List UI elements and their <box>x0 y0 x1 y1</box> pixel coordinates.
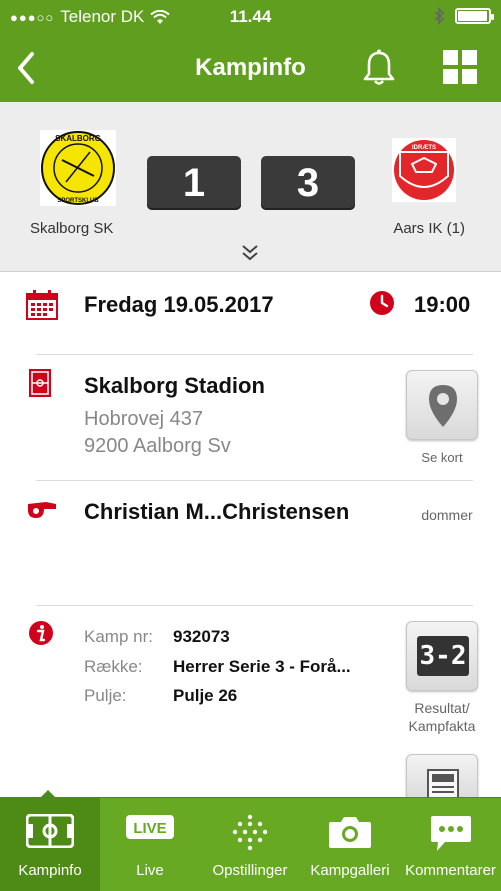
referee-row: Christian M...Christensen dommer <box>0 481 501 605</box>
expand-chevron-icon[interactable] <box>240 242 260 264</box>
home-score: 1 <box>147 156 241 210</box>
venue-name: Skalborg Stadion <box>84 373 265 398</box>
tab-label: Kommentarer <box>405 862 496 879</box>
tab-kommentarer[interactable]: Kommentarer <box>400 798 501 891</box>
result-button-label-1[interactable]: Resultat/ <box>396 700 488 716</box>
live-badge-text: LIVE <box>133 820 166 837</box>
result-button[interactable]: 3-2 <box>406 621 478 691</box>
detail-key: Kamp nr: <box>84 627 153 646</box>
svg-text:SKALBORG: SKALBORG <box>55 134 101 143</box>
live-icon: LIVE <box>126 815 174 839</box>
clock-icon <box>370 291 394 315</box>
bell-icon[interactable] <box>360 48 398 88</box>
tab-label: Kampinfo <box>18 862 82 879</box>
comment-icon <box>430 816 471 851</box>
clock-time: 11.44 <box>229 7 272 26</box>
venue-street: Hobrovej 437 <box>84 408 203 430</box>
lineup-dots-icon <box>232 814 268 851</box>
map-pin-icon <box>429 385 457 427</box>
map-button[interactable] <box>406 370 478 440</box>
svg-text:IDRÆTS: IDRÆTS <box>412 145 436 151</box>
tab-kampinfo[interactable]: Kampinfo <box>0 798 100 891</box>
tab-live[interactable]: LIVE Live <box>100 798 200 891</box>
away-team-name: Aars IK (1) <box>393 220 465 237</box>
details-row: Kamp nr: 932073 Række: Herrer Serie 3 - … <box>0 606 501 809</box>
detail-key: Pulje: <box>84 686 127 705</box>
tab-kampgalleri[interactable]: Kampgalleri <box>300 798 400 891</box>
match-date: Fredag 19.05.2017 <box>84 292 274 317</box>
away-score: 3 <box>261 156 355 210</box>
detail-value: 932073 <box>173 627 230 646</box>
calendar-icon <box>26 290 58 320</box>
camera-icon <box>329 817 371 848</box>
field-icon <box>26 814 74 848</box>
tab-opstillinger[interactable]: Opstillinger <box>200 798 300 891</box>
detail-value: Herrer Serie 3 - Forå... <box>173 657 351 676</box>
status-bar: ●●●○○ Telenor DK 11.44 <box>0 0 501 34</box>
score-header: SKALBORG SPORTSKLUB 1 3 IDRÆTS Skalborg … <box>0 102 501 272</box>
home-team-logo[interactable]: SKALBORG SPORTSKLUB <box>40 130 116 206</box>
stadium-field-icon <box>29 369 51 397</box>
map-button-label[interactable]: Se kort <box>406 450 478 465</box>
tab-label: Opstillinger <box>212 862 288 879</box>
venue-city: 9200 Aalborg Sv <box>84 435 231 457</box>
tab-label: Kampgalleri <box>310 862 390 879</box>
nav-bar: Kampinfo <box>0 34 501 102</box>
venue-row: Skalborg Stadion Hobrovej 437 9200 Aalbo… <box>0 355 501 480</box>
referee-name: Christian M...Christensen <box>84 499 350 524</box>
bluetooth-icon <box>434 7 445 25</box>
active-tab-indicator <box>40 790 56 798</box>
scoreboard-icon: 3-2 <box>417 636 469 676</box>
whistle-icon <box>28 502 56 518</box>
result-button-label-2[interactable]: Kampfakta <box>396 718 488 734</box>
referee-role: dommer <box>421 507 473 523</box>
svg-text:SPORTSKLUB: SPORTSKLUB <box>57 198 99 204</box>
schedule-row: Fredag 19.05.2017 19:00 <box>0 272 501 354</box>
match-time: 19:00 <box>414 292 471 317</box>
grid-menu-icon[interactable] <box>443 50 477 84</box>
away-team-logo[interactable]: IDRÆTS <box>392 138 456 202</box>
detail-key: Række: <box>84 657 143 676</box>
page-title: Kampinfo <box>195 54 306 81</box>
tab-bar: Kampinfo LIVE Live Opstillinger Kampgall… <box>0 790 501 891</box>
tab-label: Live <box>136 862 164 879</box>
battery-icon <box>455 8 494 24</box>
detail-value: Pulje 26 <box>173 686 238 705</box>
info-icon <box>29 621 53 645</box>
home-team-name: Skalborg SK <box>30 220 114 237</box>
